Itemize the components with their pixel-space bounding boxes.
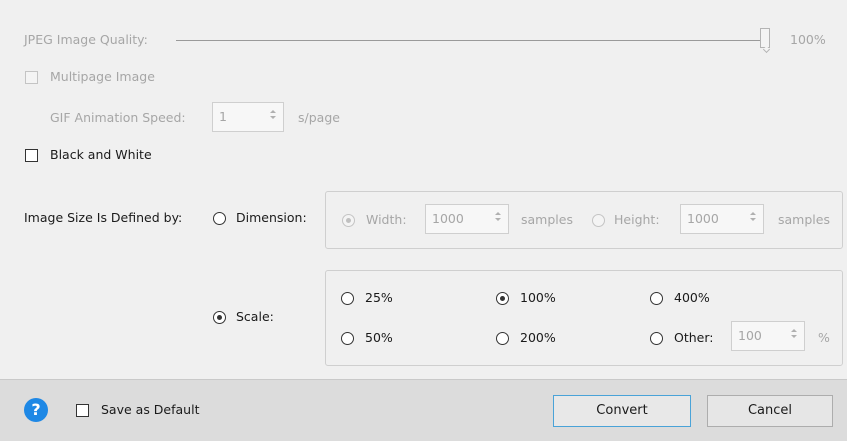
black-white-label: Black and White <box>50 147 152 162</box>
scale-other-arrows-icon[interactable] <box>790 326 798 346</box>
dimension-label: Dimension: <box>236 210 307 225</box>
save-default-label: Save as Default <box>101 402 200 417</box>
scale-100-radio[interactable] <box>496 292 509 305</box>
save-default-checkbox[interactable] <box>76 404 89 417</box>
scale-other-radio[interactable] <box>650 332 663 345</box>
scale-400-label: 400% <box>674 290 710 305</box>
height-label: Height: <box>614 212 660 227</box>
scale-other-stepper[interactable]: 100 <box>731 321 805 351</box>
scale-100-label: 100% <box>520 290 556 305</box>
width-radio[interactable] <box>342 214 355 227</box>
scale-other-value: 100 <box>738 328 762 343</box>
scale-200-label: 200% <box>520 330 556 345</box>
gif-speed-label: GIF Animation Speed: <box>50 110 186 125</box>
scale-400-radio[interactable] <box>650 292 663 305</box>
gif-speed-unit: s/page <box>298 110 340 125</box>
scale-50-label: 50% <box>365 330 393 345</box>
scale-25-radio[interactable] <box>341 292 354 305</box>
width-arrows-icon[interactable] <box>494 209 502 229</box>
height-value: 1000 <box>687 211 719 226</box>
scale-label: Scale: <box>236 309 274 324</box>
gif-speed-value: 1 <box>219 109 227 124</box>
scale-group <box>325 270 843 366</box>
jpeg-quality-label: JPEG Image Quality: <box>24 32 148 47</box>
scale-other-label: Other: <box>674 330 714 345</box>
image-size-label: Image Size Is Defined by: <box>24 210 183 225</box>
gif-speed-stepper[interactable]: 1 <box>212 102 284 132</box>
scale-25-label: 25% <box>365 290 393 305</box>
scale-radio[interactable] <box>213 311 226 324</box>
convert-button[interactable]: Convert <box>553 395 691 427</box>
cancel-button[interactable]: Cancel <box>707 395 833 427</box>
height-arrows-icon[interactable] <box>749 209 757 229</box>
width-stepper[interactable]: 1000 <box>425 204 509 234</box>
width-unit: samples <box>521 212 573 227</box>
scale-50-radio[interactable] <box>341 332 354 345</box>
jpeg-quality-value: 100% <box>790 32 826 47</box>
jpeg-quality-slider-track[interactable] <box>176 40 766 41</box>
scale-200-radio[interactable] <box>496 332 509 345</box>
jpeg-quality-slider-thumb[interactable] <box>760 28 770 48</box>
height-stepper[interactable]: 1000 <box>680 204 764 234</box>
multipage-checkbox[interactable] <box>25 71 38 84</box>
help-icon[interactable]: ? <box>24 398 48 422</box>
gif-speed-arrows-icon[interactable] <box>269 107 277 127</box>
dimension-radio[interactable] <box>213 212 226 225</box>
black-white-checkbox[interactable] <box>25 149 38 162</box>
height-radio[interactable] <box>592 214 605 227</box>
height-unit: samples <box>778 212 830 227</box>
multipage-label: Multipage Image <box>50 69 155 84</box>
width-value: 1000 <box>432 211 464 226</box>
scale-other-unit: % <box>818 330 830 345</box>
width-label: Width: <box>366 212 407 227</box>
